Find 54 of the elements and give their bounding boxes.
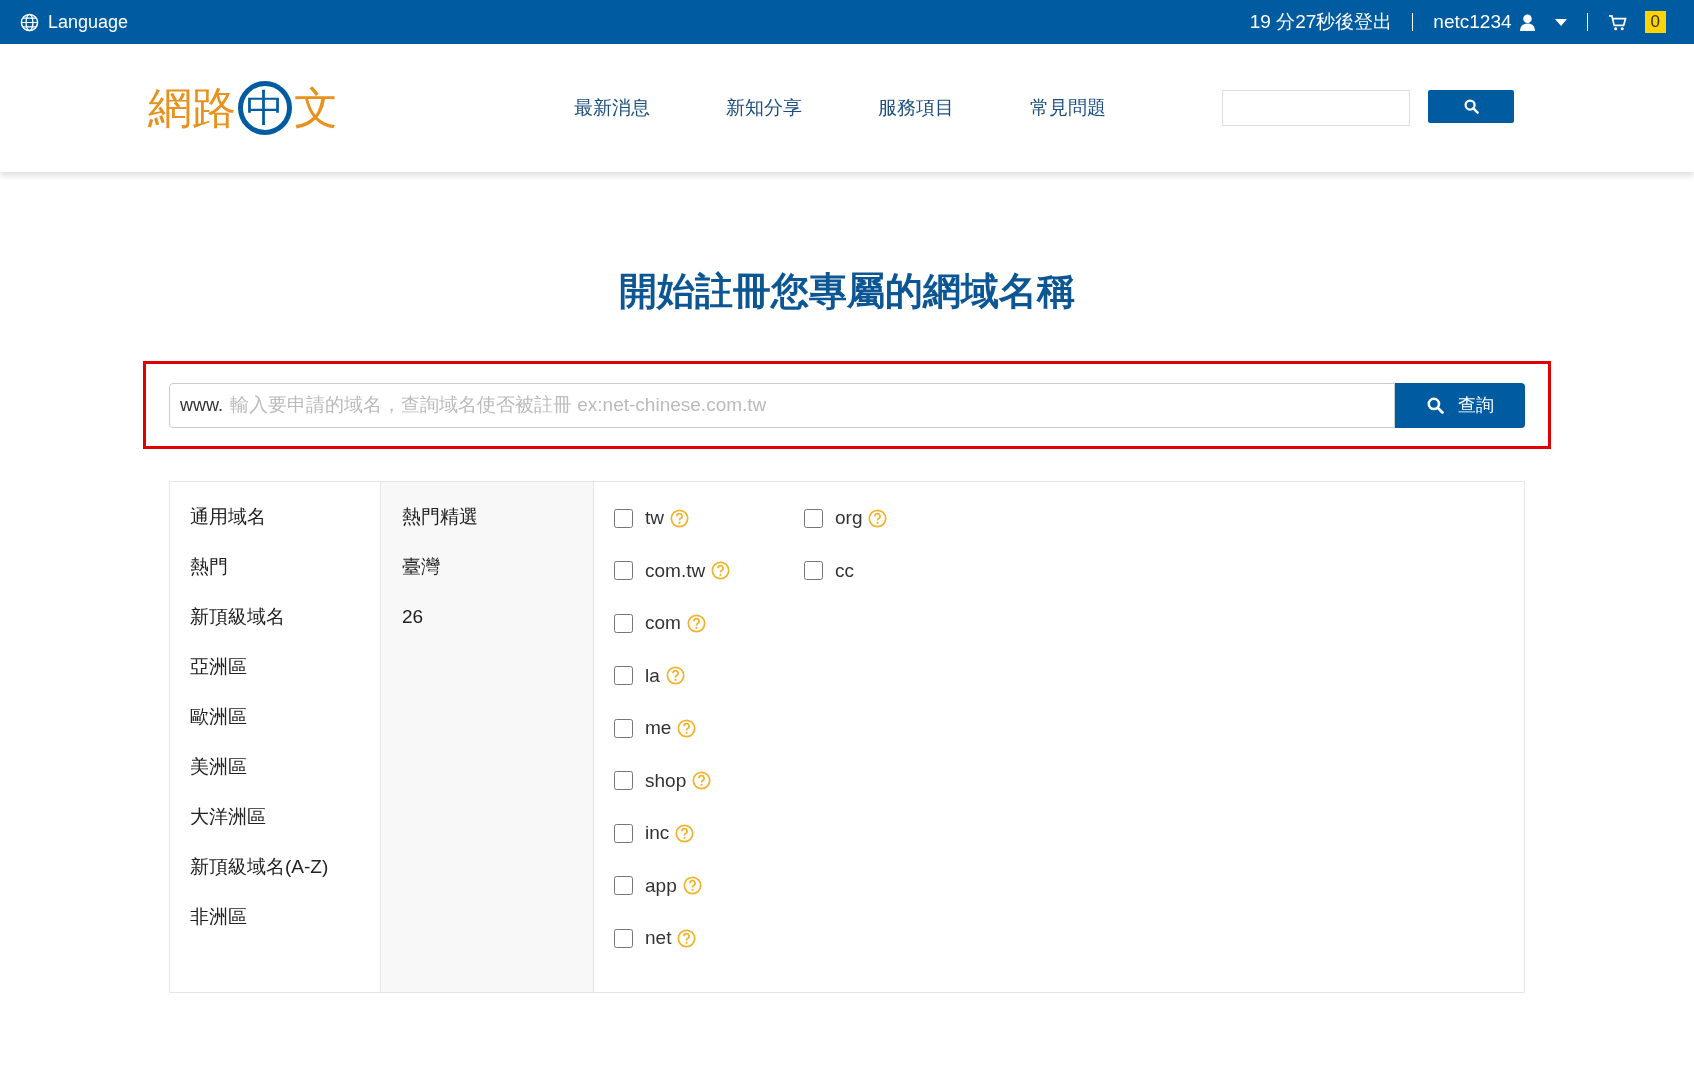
user-icon[interactable] <box>1519 13 1535 31</box>
category-item[interactable]: 非洲區 <box>190 892 380 942</box>
domain-label[interactable]: inc <box>645 822 670 845</box>
category-item[interactable]: 美洲區 <box>190 742 380 792</box>
domain-checkbox[interactable] <box>614 561 633 581</box>
domain-checkbox[interactable] <box>614 666 633 686</box>
language-link[interactable]: Language <box>48 11 129 33</box>
search-button[interactable] <box>1428 90 1514 123</box>
logo[interactable]: 網路 中 文 <box>148 78 338 138</box>
username[interactable]: netc1234 <box>1433 11 1512 33</box>
page-title: 開始註冊您專屬的網域名稱 <box>619 269 1075 314</box>
search-field[interactable] <box>1222 90 1410 126</box>
subcategory-item[interactable]: 熱門精選 <box>402 492 593 542</box>
logout-timer: 19 分27秒後登出 <box>1249 10 1393 34</box>
domain-checkbox[interactable] <box>614 823 633 843</box>
domain-label[interactable]: net <box>645 927 672 950</box>
category-item[interactable]: 大洋洲區 <box>190 792 380 842</box>
caret-icon[interactable] <box>1554 18 1567 26</box>
category-item[interactable]: 通用域名 <box>190 492 380 542</box>
search-icon <box>1463 99 1479 114</box>
nav-link[interactable]: 新知分享 <box>726 95 802 121</box>
nav-link[interactable]: 服務項目 <box>878 95 954 121</box>
domain-checkbox[interactable] <box>804 561 823 581</box>
domain-checkbox[interactable] <box>614 613 633 633</box>
globe-icon[interactable] <box>20 12 39 32</box>
domain-checkbox[interactable] <box>614 771 633 791</box>
domain-label[interactable]: me <box>645 717 672 740</box>
domain-label[interactable]: la <box>645 664 660 687</box>
input-prefix: www. <box>180 394 223 416</box>
nav-link[interactable]: 常見問題 <box>1030 95 1106 121</box>
cart-icon[interactable] <box>1607 13 1627 31</box>
category-item[interactable]: 歐洲區 <box>190 692 380 742</box>
category-item[interactable]: 熱門 <box>190 542 380 592</box>
domain-label[interactable]: org <box>835 507 863 530</box>
domain-checkbox[interactable] <box>614 508 633 528</box>
domain-checkbox[interactable] <box>614 718 633 738</box>
domain-label[interactable]: cc <box>835 559 854 582</box>
category-item[interactable]: 新頂級域名(A-Z) <box>190 842 380 892</box>
domain-checkbox[interactable] <box>614 928 633 948</box>
domain-checkbox[interactable] <box>614 876 633 896</box>
domain-label[interactable]: com.tw <box>645 559 706 582</box>
subcategory-item[interactable]: 臺灣 <box>402 542 593 592</box>
domain-label[interactable]: app <box>645 874 677 897</box>
subcategory-item[interactable]: 26 <box>402 592 593 642</box>
category-item[interactable]: 亞洲區 <box>190 642 380 692</box>
domain-label[interactable]: shop <box>645 769 687 792</box>
domain-label[interactable]: tw <box>645 507 664 530</box>
domain-checkbox[interactable] <box>804 508 823 528</box>
search-icon <box>1426 396 1444 414</box>
query-button[interactable]: 查詢 <box>1395 382 1525 428</box>
nav-link[interactable]: 最新消息 <box>574 95 650 121</box>
cart-count-badge: 0 <box>1644 11 1666 33</box>
category-item[interactable]: 新頂級域名 <box>190 592 380 642</box>
domain-label[interactable]: com <box>645 612 681 635</box>
